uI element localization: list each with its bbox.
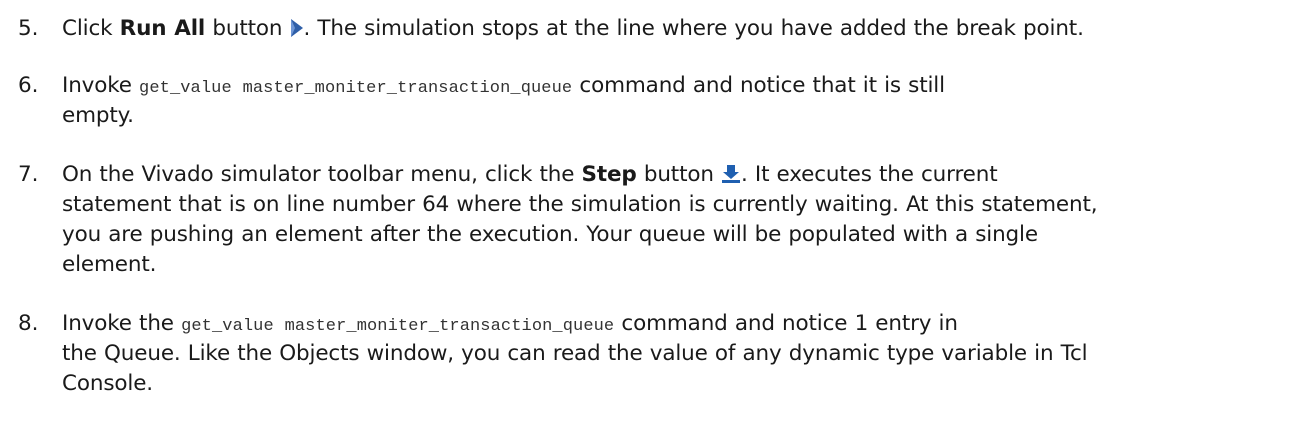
step-line: you are pushing an element after the exe… — [62, 222, 1038, 247]
run-all-icon — [290, 17, 304, 47]
step-line: the Queue. Like the Objects window, you … — [62, 341, 1088, 366]
step-number: 8. — [18, 311, 39, 336]
step-number: 7. — [18, 162, 39, 187]
step-line: element. — [62, 252, 157, 277]
step-line: Invoke the get_value master_moniter_tran… — [62, 311, 958, 336]
run-all-label: Run All — [119, 16, 206, 41]
step-text: Invoke get_value master_moniter_transact… — [62, 71, 1302, 131]
step-icon — [721, 163, 741, 193]
tcl-command: get_value master_moniter_transaction_que… — [181, 317, 615, 336]
step-line: statement that is on line number 64 wher… — [62, 192, 1098, 217]
step-number: 5. — [18, 16, 39, 41]
step-line: Invoke get_value master_moniter_transact… — [62, 73, 945, 98]
step-text: Invoke the get_value master_moniter_tran… — [62, 309, 1302, 399]
step-number: 6. — [18, 73, 39, 98]
tcl-command: get_value master_moniter_transaction_que… — [139, 79, 573, 98]
step-label: Step — [581, 162, 637, 187]
step-line: empty. — [62, 103, 134, 128]
step-line: Click Run All button . The simulation st… — [62, 14, 1302, 44]
step-text: Click Run All button . The simulation st… — [62, 14, 1302, 44]
step-line: On the Vivado simulator toolbar menu, cl… — [62, 160, 1302, 190]
step-line: Console. — [62, 371, 153, 396]
step-text: On the Vivado simulator toolbar menu, cl… — [62, 160, 1302, 280]
